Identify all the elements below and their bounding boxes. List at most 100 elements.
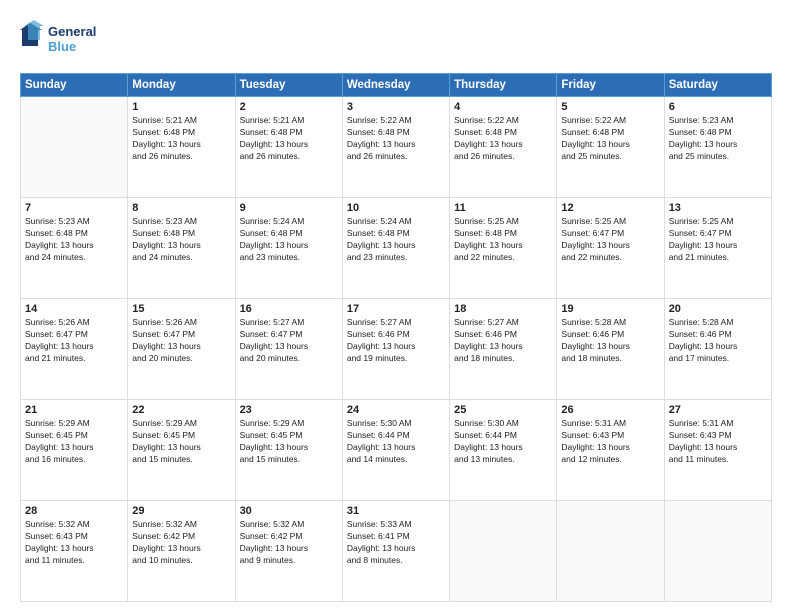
day-info: Sunrise: 5:31 AM Sunset: 6:43 PM Dayligh… bbox=[669, 418, 767, 466]
day-info: Sunrise: 5:31 AM Sunset: 6:43 PM Dayligh… bbox=[561, 418, 659, 466]
day-header-tuesday: Tuesday bbox=[235, 74, 342, 97]
calendar-cell: 18 Sunrise: 5:27 AM Sunset: 6:46 PM Dayli… bbox=[450, 299, 557, 400]
calendar-cell: 5 Sunrise: 5:22 AM Sunset: 6:48 PM Daylig… bbox=[557, 97, 664, 198]
calendar-cell: 13 Sunrise: 5:25 AM Sunset: 6:47 PM Dayli… bbox=[664, 198, 771, 299]
calendar-cell: 6 Sunrise: 5:23 AM Sunset: 6:48 PM Daylig… bbox=[664, 97, 771, 198]
calendar-cell: 8 Sunrise: 5:23 AM Sunset: 6:48 PM Daylig… bbox=[128, 198, 235, 299]
calendar-cell: 23 Sunrise: 5:29 AM Sunset: 6:45 PM Dayli… bbox=[235, 400, 342, 501]
calendar-cell: 29Sunrise: 5:32 AM Sunset: 6:42 PM Dayli… bbox=[128, 501, 235, 602]
day-number: 4 bbox=[454, 101, 552, 113]
day-number: 8 bbox=[132, 202, 230, 214]
calendar-cell: 28Sunrise: 5:32 AM Sunset: 6:43 PM Dayli… bbox=[21, 501, 128, 602]
calendar-cell: 26 Sunrise: 5:31 AM Sunset: 6:43 PM Dayli… bbox=[557, 400, 664, 501]
calendar-cell: 20 Sunrise: 5:28 AM Sunset: 6:46 PM Dayli… bbox=[664, 299, 771, 400]
calendar-cell: 14 Sunrise: 5:26 AM Sunset: 6:47 PM Dayli… bbox=[21, 299, 128, 400]
day-number: 20 bbox=[669, 303, 767, 315]
day-number: 29 bbox=[132, 505, 230, 517]
day-header-sunday: Sunday bbox=[21, 74, 128, 97]
day-info: Sunrise: 5:30 AM Sunset: 6:44 PM Dayligh… bbox=[347, 418, 445, 466]
day-number: 13 bbox=[669, 202, 767, 214]
day-header-thursday: Thursday bbox=[450, 74, 557, 97]
day-info: Sunrise: 5:22 AM Sunset: 6:48 PM Dayligh… bbox=[561, 115, 659, 163]
calendar-cell bbox=[21, 97, 128, 198]
day-info: Sunrise: 5:27 AM Sunset: 6:46 PM Dayligh… bbox=[454, 317, 552, 365]
day-number: 12 bbox=[561, 202, 659, 214]
calendar-cell: 11Sunrise: 5:25 AM Sunset: 6:48 PM Dayli… bbox=[450, 198, 557, 299]
calendar-cell: 21 Sunrise: 5:29 AM Sunset: 6:45 PM Dayli… bbox=[21, 400, 128, 501]
day-number: 19 bbox=[561, 303, 659, 315]
calendar-cell bbox=[557, 501, 664, 602]
calendar-cell bbox=[664, 501, 771, 602]
calendar-week-row: 21 Sunrise: 5:29 AM Sunset: 6:45 PM Dayli… bbox=[21, 400, 772, 501]
calendar-cell: 17 Sunrise: 5:27 AM Sunset: 6:46 PM Dayli… bbox=[342, 299, 449, 400]
calendar-cell: 3Sunrise: 5:22 AM Sunset: 6:48 PM Daylig… bbox=[342, 97, 449, 198]
logo-svg: General Blue bbox=[20, 18, 110, 63]
day-info: Sunrise: 5:23 AM Sunset: 6:48 PM Dayligh… bbox=[669, 115, 767, 163]
day-info: Sunrise: 5:22 AM Sunset: 6:48 PM Dayligh… bbox=[454, 115, 552, 163]
calendar-cell: 31Sunrise: 5:33 AM Sunset: 6:41 PM Dayli… bbox=[342, 501, 449, 602]
calendar-table: SundayMondayTuesdayWednesdayThursdayFrid… bbox=[20, 73, 772, 602]
day-number: 28 bbox=[25, 505, 123, 517]
calendar-header-row: SundayMondayTuesdayWednesdayThursdayFrid… bbox=[21, 74, 772, 97]
svg-text:Blue: Blue bbox=[48, 39, 76, 54]
day-number: 22 bbox=[132, 404, 230, 416]
day-number: 31 bbox=[347, 505, 445, 517]
day-number: 11 bbox=[454, 202, 552, 214]
day-number: 18 bbox=[454, 303, 552, 315]
day-header-saturday: Saturday bbox=[664, 74, 771, 97]
day-info: Sunrise: 5:26 AM Sunset: 6:47 PM Dayligh… bbox=[132, 317, 230, 365]
day-info: Sunrise: 5:29 AM Sunset: 6:45 PM Dayligh… bbox=[132, 418, 230, 466]
calendar-week-row: 14 Sunrise: 5:26 AM Sunset: 6:47 PM Dayli… bbox=[21, 299, 772, 400]
day-number: 16 bbox=[240, 303, 338, 315]
calendar-cell: 19 Sunrise: 5:28 AM Sunset: 6:46 PM Dayli… bbox=[557, 299, 664, 400]
day-number: 21 bbox=[25, 404, 123, 416]
calendar-cell: 25 Sunrise: 5:30 AM Sunset: 6:44 PM Dayli… bbox=[450, 400, 557, 501]
day-info: Sunrise: 5:21 AM Sunset: 6:48 PM Dayligh… bbox=[240, 115, 338, 163]
day-number: 17 bbox=[347, 303, 445, 315]
page-header: General Blue bbox=[20, 18, 772, 63]
day-number: 25 bbox=[454, 404, 552, 416]
day-info: Sunrise: 5:23 AM Sunset: 6:48 PM Dayligh… bbox=[25, 216, 123, 264]
day-number: 6 bbox=[669, 101, 767, 113]
day-number: 1 bbox=[132, 101, 230, 113]
day-number: 23 bbox=[240, 404, 338, 416]
day-number: 24 bbox=[347, 404, 445, 416]
day-header-monday: Monday bbox=[128, 74, 235, 97]
calendar-cell: 1Sunrise: 5:21 AM Sunset: 6:48 PM Daylig… bbox=[128, 97, 235, 198]
logo: General Blue bbox=[20, 18, 110, 63]
calendar-cell bbox=[450, 501, 557, 602]
day-info: Sunrise: 5:23 AM Sunset: 6:48 PM Dayligh… bbox=[132, 216, 230, 264]
day-info: Sunrise: 5:28 AM Sunset: 6:46 PM Dayligh… bbox=[669, 317, 767, 365]
day-header-friday: Friday bbox=[557, 74, 664, 97]
calendar-cell: 22 Sunrise: 5:29 AM Sunset: 6:45 PM Dayli… bbox=[128, 400, 235, 501]
svg-text:General: General bbox=[48, 24, 96, 39]
calendar-cell: 27 Sunrise: 5:31 AM Sunset: 6:43 PM Dayli… bbox=[664, 400, 771, 501]
day-info: Sunrise: 5:27 AM Sunset: 6:47 PM Dayligh… bbox=[240, 317, 338, 365]
calendar-cell: 16 Sunrise: 5:27 AM Sunset: 6:47 PM Dayli… bbox=[235, 299, 342, 400]
day-info: Sunrise: 5:27 AM Sunset: 6:46 PM Dayligh… bbox=[347, 317, 445, 365]
day-info: Sunrise: 5:28 AM Sunset: 6:46 PM Dayligh… bbox=[561, 317, 659, 365]
day-info: Sunrise: 5:29 AM Sunset: 6:45 PM Dayligh… bbox=[240, 418, 338, 466]
day-info: Sunrise: 5:24 AM Sunset: 6:48 PM Dayligh… bbox=[240, 216, 338, 264]
calendar-week-row: 7 Sunrise: 5:23 AM Sunset: 6:48 PM Daylig… bbox=[21, 198, 772, 299]
calendar-cell: 12Sunrise: 5:25 AM Sunset: 6:47 PM Dayli… bbox=[557, 198, 664, 299]
day-info: Sunrise: 5:25 AM Sunset: 6:47 PM Dayligh… bbox=[669, 216, 767, 264]
day-number: 10 bbox=[347, 202, 445, 214]
day-info: Sunrise: 5:26 AM Sunset: 6:47 PM Dayligh… bbox=[25, 317, 123, 365]
day-number: 5 bbox=[561, 101, 659, 113]
calendar-week-row: 28Sunrise: 5:32 AM Sunset: 6:43 PM Dayli… bbox=[21, 501, 772, 602]
calendar-cell: 30Sunrise: 5:32 AM Sunset: 6:42 PM Dayli… bbox=[235, 501, 342, 602]
day-info: Sunrise: 5:22 AM Sunset: 6:48 PM Dayligh… bbox=[347, 115, 445, 163]
calendar-cell: 9Sunrise: 5:24 AM Sunset: 6:48 PM Daylig… bbox=[235, 198, 342, 299]
day-number: 26 bbox=[561, 404, 659, 416]
day-number: 27 bbox=[669, 404, 767, 416]
day-info: Sunrise: 5:29 AM Sunset: 6:45 PM Dayligh… bbox=[25, 418, 123, 466]
day-number: 7 bbox=[25, 202, 123, 214]
day-number: 14 bbox=[25, 303, 123, 315]
calendar-cell: 10 Sunrise: 5:24 AM Sunset: 6:48 PM Dayli… bbox=[342, 198, 449, 299]
calendar-cell: 7 Sunrise: 5:23 AM Sunset: 6:48 PM Daylig… bbox=[21, 198, 128, 299]
day-number: 30 bbox=[240, 505, 338, 517]
day-info: Sunrise: 5:30 AM Sunset: 6:44 PM Dayligh… bbox=[454, 418, 552, 466]
calendar-cell: 4 Sunrise: 5:22 AM Sunset: 6:48 PM Daylig… bbox=[450, 97, 557, 198]
day-info: Sunrise: 5:24 AM Sunset: 6:48 PM Dayligh… bbox=[347, 216, 445, 264]
